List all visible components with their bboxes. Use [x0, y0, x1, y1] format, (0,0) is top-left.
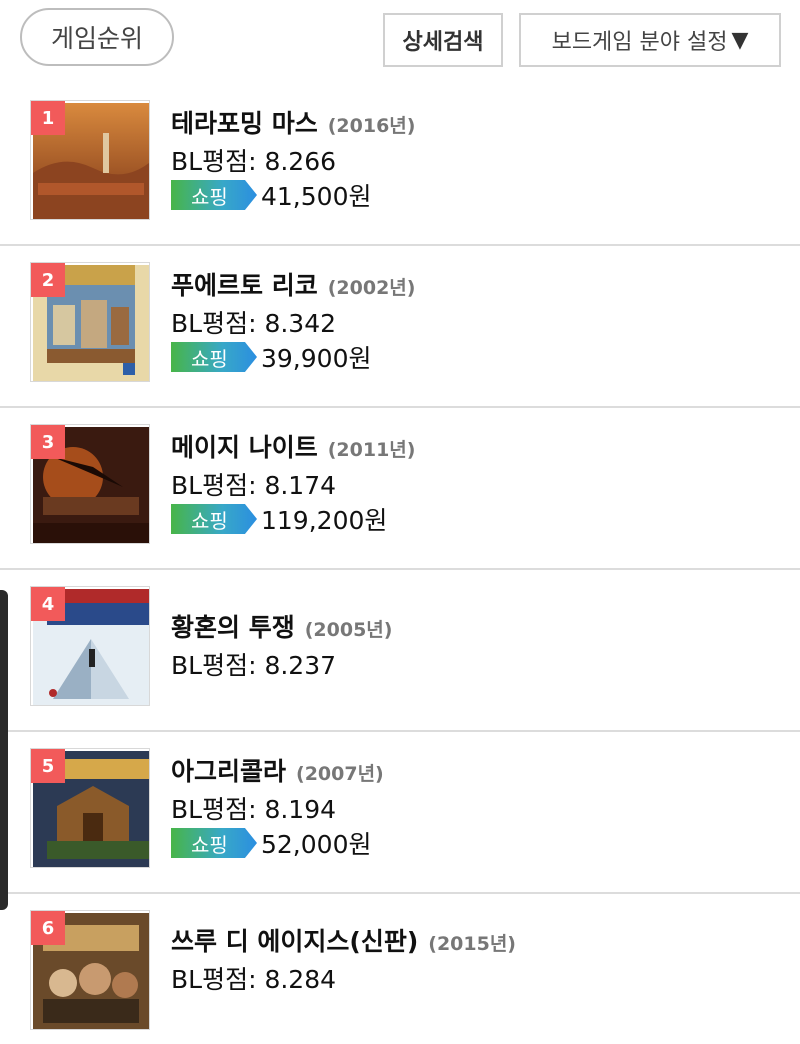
game-title-text: 테라포밍 마스: [171, 109, 318, 138]
game-thumbnail[interactable]: 5: [30, 748, 150, 868]
shopping-badge[interactable]: 쇼핑: [171, 504, 257, 534]
game-thumbnail[interactable]: 4: [30, 586, 150, 706]
rank-badge: 3: [31, 425, 65, 459]
release-year: (2011년): [327, 439, 416, 461]
genre-setting-dropdown[interactable]: 보드게임 분야 설정 ▼: [519, 13, 781, 67]
game-thumbnail[interactable]: 6: [30, 910, 150, 1030]
rank-badge: 6: [31, 911, 65, 945]
release-year: (2016년): [327, 115, 416, 137]
list-item[interactable]: 1 테라포밍 마스 (2016년) BL평점: 8.266 쇼핑 41,500원: [0, 84, 800, 246]
price: 52,000원: [261, 830, 372, 859]
bl-score: BL평점: 8.266: [171, 147, 337, 176]
rank-badge: 2: [31, 263, 65, 297]
game-title-text: 쓰루 디 에이지스(신판): [171, 927, 419, 956]
bl-score: BL평점: 8.284: [171, 965, 337, 994]
side-edge-handle[interactable]: [0, 590, 8, 910]
rank-badge: 5: [31, 749, 65, 783]
game-title-text: 황혼의 투쟁: [171, 613, 295, 642]
game-title[interactable]: 메이지 나이트 (2011년): [171, 428, 415, 464]
shopping-badge[interactable]: 쇼핑: [171, 828, 257, 858]
shopping-info[interactable]: 쇼핑 119,200원: [171, 504, 388, 535]
ranking-list: 1 테라포밍 마스 (2016년) BL평점: 8.266 쇼핑 41,500원 …: [0, 84, 800, 1044]
bl-score: BL평점: 8.237: [171, 651, 337, 680]
game-title-text: 아그리콜라: [171, 757, 287, 786]
game-thumbnail[interactable]: 3: [30, 424, 150, 544]
detail-search-button[interactable]: 상세검색: [383, 13, 503, 67]
game-thumbnail[interactable]: 1: [30, 100, 150, 220]
shopping-info[interactable]: 쇼핑 41,500원: [171, 180, 372, 211]
bl-score: BL평점: 8.194: [171, 795, 337, 824]
price: 39,900원: [261, 344, 372, 373]
list-item[interactable]: 3 메이지 나이트 (2011년) BL평점: 8.174 쇼핑 119,200원: [0, 408, 800, 570]
caret-down-icon: ▼: [731, 27, 749, 53]
tab-game-ranking[interactable]: 게임순위: [20, 8, 174, 66]
game-title[interactable]: 푸에르토 리코 (2002년): [171, 266, 415, 302]
game-title[interactable]: 황혼의 투쟁 (2005년): [171, 608, 392, 644]
shopping-badge[interactable]: 쇼핑: [171, 342, 257, 372]
release-year: (2002년): [327, 277, 416, 299]
rank-badge: 1: [31, 101, 65, 135]
shopping-info[interactable]: 쇼핑 39,900원: [171, 342, 372, 373]
list-item[interactable]: 2 푸에르토 리코 (2002년) BL평점: 8.342 쇼핑 39,900원: [0, 246, 800, 408]
list-item[interactable]: 4 황혼의 투쟁 (2005년) BL평점: 8.237: [0, 570, 800, 732]
top-bar: 게임순위 상세검색 보드게임 분야 설정 ▼: [0, 0, 800, 80]
release-year: (2007년): [296, 763, 384, 785]
release-year: (2015년): [428, 933, 516, 955]
game-title-text: 메이지 나이트: [171, 433, 318, 462]
game-title[interactable]: 쓰루 디 에이지스(신판) (2015년): [171, 922, 516, 958]
rank-badge: 4: [31, 587, 65, 621]
bl-score: BL평점: 8.174: [171, 471, 337, 500]
shopping-info[interactable]: 쇼핑 52,000원: [171, 828, 372, 859]
shopping-badge[interactable]: 쇼핑: [171, 180, 257, 210]
release-year: (2005년): [304, 619, 393, 641]
bl-score: BL평점: 8.342: [171, 309, 337, 338]
price: 119,200원: [261, 506, 388, 535]
list-item[interactable]: 5 아그리콜라 (2007년) BL평점: 8.194 쇼핑 52,000원: [0, 732, 800, 894]
list-item[interactable]: 6 쓰루 디 에이지스(신판) (2015년) BL평점: 8.284: [0, 894, 800, 1044]
game-title[interactable]: 아그리콜라 (2007년): [171, 752, 384, 788]
genre-setting-label: 보드게임 분야 설정: [551, 30, 728, 55]
game-thumbnail[interactable]: 2: [30, 262, 150, 382]
game-title[interactable]: 테라포밍 마스 (2016년): [171, 104, 415, 140]
game-title-text: 푸에르토 리코: [171, 271, 318, 300]
price: 41,500원: [261, 182, 372, 211]
